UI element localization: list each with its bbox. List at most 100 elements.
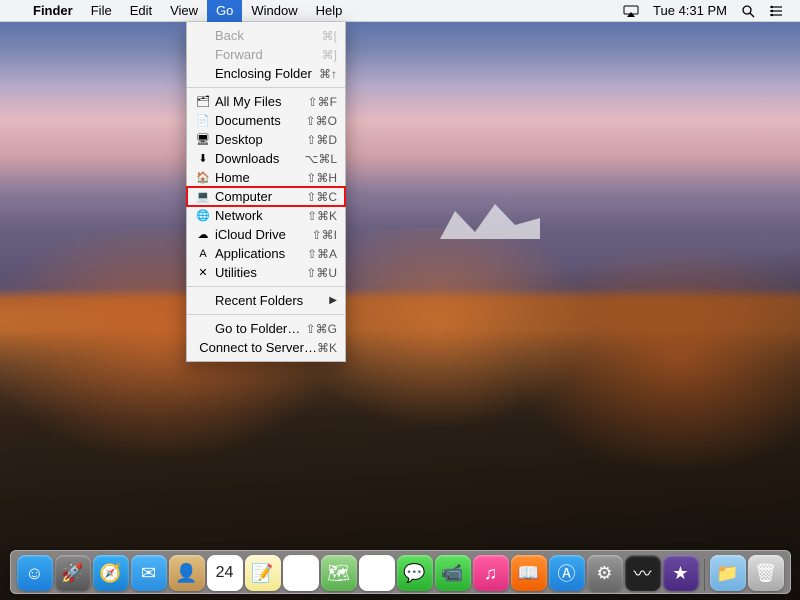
applications-icon: A bbox=[195, 248, 211, 260]
dock-activity-monitor[interactable]: 〰 bbox=[625, 555, 661, 591]
submenu-arrow-icon: ▶ bbox=[329, 295, 337, 306]
menu-item-desktop[interactable]: 🖥 Desktop ⇧⌘D bbox=[187, 130, 345, 149]
menu-item-label: Forward bbox=[215, 47, 322, 62]
dock-launchpad[interactable]: 🚀 bbox=[55, 555, 91, 591]
menu-item-home[interactable]: 🏠 Home ⇧⌘H bbox=[187, 168, 345, 187]
dock-ibooks[interactable]: 📖 bbox=[511, 555, 547, 591]
calendar-day: 24 bbox=[216, 565, 234, 581]
utilities-icon: ✕ bbox=[195, 266, 211, 279]
icloud-icon: ☁︎ bbox=[195, 228, 211, 241]
menu-separator bbox=[187, 286, 345, 287]
menu-item-network[interactable]: 🌐 Network ⇧⌘K bbox=[187, 206, 345, 225]
menu-item-all-my-files[interactable]: 🗂 All My Files ⇧⌘F bbox=[187, 92, 345, 111]
dock-safari[interactable]: 🧭 bbox=[93, 555, 129, 591]
menu-edit[interactable]: Edit bbox=[121, 0, 161, 22]
menu-item-shortcut: ⌘] bbox=[322, 48, 337, 62]
menu-item-back: Back ⌘[ bbox=[187, 26, 345, 45]
dock-system-preferences[interactable]: ⚙︎ bbox=[587, 555, 623, 591]
dock-finder[interactable]: ☺ bbox=[17, 555, 53, 591]
menu-item-computer[interactable]: 💻 Computer ⇧⌘C bbox=[187, 187, 345, 206]
menu-item-shortcut: ⇧⌘K bbox=[307, 209, 337, 223]
dock-photos[interactable]: ✿ bbox=[359, 555, 395, 591]
network-icon: 🌐 bbox=[195, 209, 211, 222]
menu-item-shortcut: ⌥⌘L bbox=[304, 152, 337, 166]
menu-item-label: Downloads bbox=[215, 151, 304, 166]
app-name[interactable]: Finder bbox=[24, 3, 82, 18]
menu-help[interactable]: Help bbox=[307, 0, 352, 22]
menu-item-label: Recent Folders bbox=[215, 293, 329, 308]
desktop-wallpaper bbox=[0, 0, 800, 600]
menu-item-shortcut: ⇧⌘G bbox=[306, 322, 337, 336]
dock-maps[interactable]: 🗺 bbox=[321, 555, 357, 591]
menu-item-go-to-folder[interactable]: Go to Folder… ⇧⌘G bbox=[187, 319, 345, 338]
menu-view[interactable]: View bbox=[161, 0, 207, 22]
wallpaper-mountains bbox=[0, 228, 800, 600]
spotlight-icon[interactable] bbox=[734, 4, 762, 18]
downloads-icon: ⬇︎ bbox=[195, 152, 211, 165]
menubar-clock[interactable]: Tue 4:31 PM bbox=[646, 3, 734, 18]
dock-container: ☺ 🚀 🧭 ✉︎ 👤 24 📝 ☑︎ 🗺 ✿ 💬 📹 ♫ 📖 Ⓐ ⚙︎ 〰 ★ … bbox=[0, 550, 800, 594]
menu-item-documents[interactable]: 📄 Documents ⇧⌘O bbox=[187, 111, 345, 130]
menu-item-shortcut: ⌘[ bbox=[322, 29, 337, 43]
menu-item-label: Go to Folder… bbox=[215, 321, 306, 336]
menu-item-shortcut: ⌘↑ bbox=[319, 67, 337, 81]
menu-item-utilities[interactable]: ✕ Utilities ⇧⌘U bbox=[187, 263, 345, 282]
dock-downloads-folder[interactable]: 📁 bbox=[710, 555, 746, 591]
computer-icon: 💻 bbox=[195, 190, 211, 203]
menu-separator bbox=[187, 314, 345, 315]
menu-item-shortcut: ⇧⌘I bbox=[312, 228, 337, 242]
dock-calendar[interactable]: 24 bbox=[207, 555, 243, 591]
dock: ☺ 🚀 🧭 ✉︎ 👤 24 📝 ☑︎ 🗺 ✿ 💬 📹 ♫ 📖 Ⓐ ⚙︎ 〰 ★ … bbox=[10, 550, 791, 594]
dock-messages[interactable]: 💬 bbox=[397, 555, 433, 591]
menu-item-label: Enclosing Folder bbox=[215, 66, 319, 81]
menu-item-applications[interactable]: A Applications ⇧⌘A bbox=[187, 244, 345, 263]
menu-item-label: Utilities bbox=[215, 265, 306, 280]
menu-go[interactable]: Go bbox=[207, 0, 242, 22]
menu-item-label: Applications bbox=[215, 246, 307, 261]
dock-trash[interactable]: 🗑 bbox=[748, 555, 784, 591]
menu-file[interactable]: File bbox=[82, 0, 121, 22]
menu-item-shortcut: ⇧⌘F bbox=[308, 95, 337, 109]
menu-separator bbox=[187, 87, 345, 88]
menu-item-label: Documents bbox=[215, 113, 306, 128]
menu-item-shortcut: ⇧⌘A bbox=[307, 247, 337, 261]
dock-separator bbox=[704, 559, 705, 591]
wallpaper-snow bbox=[440, 204, 540, 239]
home-icon: 🏠 bbox=[195, 171, 211, 184]
dock-appstore[interactable]: Ⓐ bbox=[549, 555, 585, 591]
dock-imovie[interactable]: ★ bbox=[663, 555, 699, 591]
menu-item-shortcut: ⇧⌘H bbox=[306, 171, 337, 185]
menu-item-downloads[interactable]: ⬇︎ Downloads ⌥⌘L bbox=[187, 149, 345, 168]
dock-itunes[interactable]: ♫ bbox=[473, 555, 509, 591]
dock-facetime[interactable]: 📹 bbox=[435, 555, 471, 591]
menu-item-shortcut: ⇧⌘U bbox=[306, 266, 337, 280]
menu-window[interactable]: Window bbox=[242, 0, 306, 22]
desktop-icon: 🖥 bbox=[195, 133, 211, 146]
menu-item-shortcut: ⇧⌘D bbox=[306, 133, 337, 147]
documents-icon: 📄 bbox=[195, 114, 211, 127]
menu-item-shortcut: ⌘K bbox=[317, 341, 337, 355]
menu-item-label: Home bbox=[215, 170, 306, 185]
menu-item-shortcut: ⇧⌘O bbox=[306, 114, 337, 128]
menu-item-connect-to-server[interactable]: Connect to Server… ⌘K bbox=[187, 338, 345, 357]
menu-item-shortcut: ⇧⌘C bbox=[306, 190, 337, 204]
go-menu-dropdown: Back ⌘[ Forward ⌘] Enclosing Folder ⌘↑ 🗂… bbox=[186, 22, 346, 362]
menu-item-label: Desktop bbox=[215, 132, 306, 147]
menu-item-label: Connect to Server… bbox=[199, 340, 317, 355]
menubar: Finder File Edit View Go Window Help Tue… bbox=[0, 0, 800, 22]
dock-notes[interactable]: 📝 bbox=[245, 555, 281, 591]
menu-item-enclosing-folder[interactable]: Enclosing Folder ⌘↑ bbox=[187, 64, 345, 83]
menu-item-label: Computer bbox=[215, 189, 306, 204]
menu-item-forward: Forward ⌘] bbox=[187, 45, 345, 64]
menu-item-recent-folders[interactable]: Recent Folders ▶ bbox=[187, 291, 345, 310]
dock-reminders[interactable]: ☑︎ bbox=[283, 555, 319, 591]
menu-item-label: Back bbox=[215, 28, 322, 43]
menu-item-label: All My Files bbox=[215, 94, 308, 109]
menu-item-icloud-drive[interactable]: ☁︎ iCloud Drive ⇧⌘I bbox=[187, 225, 345, 244]
all-my-files-icon: 🗂 bbox=[195, 95, 211, 108]
notification-center-icon[interactable] bbox=[762, 5, 790, 17]
airplay-icon[interactable] bbox=[616, 5, 646, 17]
menu-item-label: iCloud Drive bbox=[215, 227, 312, 242]
dock-contacts[interactable]: 👤 bbox=[169, 555, 205, 591]
dock-mail[interactable]: ✉︎ bbox=[131, 555, 167, 591]
